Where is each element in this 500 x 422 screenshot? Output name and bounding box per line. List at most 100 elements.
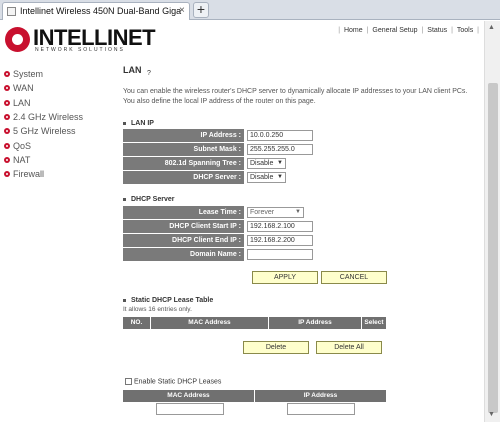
bullet-icon xyxy=(123,298,126,302)
sidebar-item-label: System xyxy=(13,69,44,80)
ip-address-input[interactable]: 10.0.0.250 xyxy=(247,130,313,141)
spanning-tree-select[interactable]: Disable ▼ xyxy=(247,158,286,169)
delete-all-button[interactable]: Delete All xyxy=(316,341,382,354)
bullet-icon xyxy=(4,156,10,163)
scroll-down-icon[interactable]: ▼ xyxy=(488,411,495,418)
column-header-ip: IP Address xyxy=(303,392,338,399)
apply-button[interactable]: APPLY xyxy=(252,271,318,284)
sidebar-item-lan[interactable]: LAN xyxy=(4,96,114,110)
chevron-down-icon: ▼ xyxy=(295,209,301,215)
tab-title: Intellinet Wireless 450N Dual-Band Giga xyxy=(20,6,182,16)
dhcp-start-ip-label: DHCP Client Start IP : xyxy=(123,220,244,233)
nav-separator: | xyxy=(421,27,424,34)
entries-note: It allows 16 entries only. xyxy=(123,306,192,313)
column-header-no: NO. xyxy=(123,317,151,329)
dhcp-server-select[interactable]: Disable ▼ xyxy=(247,172,286,183)
bullet-icon xyxy=(123,121,126,125)
sidebar-item-label: QoS xyxy=(13,140,32,151)
dhcp-server-form: Lease Time : Forever ▼ DHCP Client Start … xyxy=(123,205,313,262)
ip-address-label: IP Address : xyxy=(123,129,244,142)
nav-separator: | xyxy=(451,27,453,34)
nav-tools-link[interactable]: Tools xyxy=(456,27,474,34)
sidebar-item-label: 5 GHz Wireless xyxy=(13,126,76,137)
spanning-tree-label: 802.1d Spanning Tree : xyxy=(123,157,244,170)
column-header-ip: IP Address xyxy=(269,317,362,329)
lease-time-select[interactable]: Forever ▼ xyxy=(247,207,304,218)
scrollbar-thumb[interactable] xyxy=(488,83,498,413)
nav-status-link[interactable]: Status xyxy=(426,27,448,34)
dhcp-end-ip-input[interactable]: 192.168.2.200 xyxy=(247,235,313,246)
sidebar-item-label: NAT xyxy=(13,154,31,165)
section-static-dhcp-table: Static DHCP Lease Table xyxy=(123,297,213,304)
sidebar-item-qos[interactable]: QoS xyxy=(4,138,114,152)
section-heading: Static DHCP Lease Table xyxy=(131,297,214,304)
lan-ip-form: IP Address : 10.0.0.250 Subnet Mask : 25… xyxy=(123,128,313,185)
delete-button[interactable]: Delete xyxy=(243,341,309,354)
nav-separator: | xyxy=(477,27,479,34)
bullet-icon xyxy=(4,114,10,121)
mac-address-input[interactable] xyxy=(156,403,224,415)
sidebar-item-label: Firewall xyxy=(13,169,45,180)
scroll-up-icon[interactable]: ▲ xyxy=(488,24,495,31)
section-dhcp-server: DHCP Server xyxy=(123,196,174,203)
page-description: You can enable the wireless router's DHC… xyxy=(123,88,468,105)
page-title: LAN xyxy=(123,65,142,75)
browser-tab[interactable]: Intellinet Wireless 450N Dual-Band Giga … xyxy=(2,2,190,20)
logo-tagline: NETWORK SOLUTIONS xyxy=(35,47,125,53)
sidebar-item-label: 2.4 GHz Wireless xyxy=(13,112,84,123)
bullet-icon xyxy=(4,85,10,92)
nav-home-link[interactable]: Home xyxy=(343,27,364,34)
close-tab-icon[interactable]: × xyxy=(179,5,185,16)
sidebar-item-label: WAN xyxy=(13,83,34,94)
logo-ring-icon xyxy=(5,27,30,52)
lease-time-value: Forever xyxy=(250,209,275,216)
subnet-mask-label: Subnet Mask : xyxy=(123,143,244,156)
sidebar-item-firewall[interactable]: Firewall xyxy=(4,167,114,181)
dhcp-server-value: Disable xyxy=(250,174,274,181)
bullet-icon xyxy=(4,71,10,78)
chevron-down-icon: ▼ xyxy=(277,160,283,166)
section-lan-ip: LAN IP xyxy=(123,120,154,127)
sidebar-item-5ghz-wireless[interactable]: 5 GHz Wireless xyxy=(4,124,114,138)
bullet-icon xyxy=(123,197,126,201)
bullet-icon xyxy=(4,128,10,135)
help-icon[interactable]: ? xyxy=(147,70,151,77)
static-lease-table-header: NO. MAC Address IP Address Select xyxy=(123,317,386,329)
sidebar-item-24ghz-wireless[interactable]: 2.4 GHz Wireless xyxy=(4,110,114,124)
new-tab-button[interactable]: + xyxy=(193,2,209,18)
chevron-down-icon: ▼ xyxy=(277,174,283,180)
domain-name-input[interactable] xyxy=(247,249,313,260)
sidebar-item-wan[interactable]: WAN xyxy=(4,81,114,95)
nav-separator: | xyxy=(338,27,341,34)
column-header-select: Select xyxy=(364,319,384,326)
ip-address-entry-input[interactable] xyxy=(287,403,355,415)
sidebar-item-system[interactable]: System xyxy=(4,67,114,81)
page-icon xyxy=(7,7,16,16)
enable-static-label: Enable Static DHCP Leases xyxy=(134,378,222,386)
intellinet-logo: INTELLINET NETWORK SOLUTIONS xyxy=(5,25,156,53)
bullet-icon xyxy=(4,99,10,106)
column-header-mac: MAC Address xyxy=(123,390,255,402)
bullet-icon xyxy=(4,171,10,178)
dhcp-end-ip-label: DHCP Client End IP : xyxy=(123,234,244,247)
enable-static-row: Enable Static DHCP Leases xyxy=(125,378,221,385)
sidebar-item-label: LAN xyxy=(13,97,31,108)
vertical-scrollbar[interactable]: ▲ ▼ xyxy=(484,21,500,422)
spanning-tree-value: Disable xyxy=(250,160,274,167)
subnet-mask-input[interactable]: 255.255.255.0 xyxy=(247,144,313,155)
section-heading: DHCP Server xyxy=(131,196,175,203)
top-navigation: | Home | General Setup | Status | Tools … xyxy=(337,27,480,34)
bullet-icon xyxy=(4,142,10,149)
domain-name-label: Domain Name : xyxy=(123,248,244,261)
lease-time-label: Lease Time : xyxy=(123,206,244,219)
section-heading: LAN IP xyxy=(131,120,154,127)
dhcp-server-label: DHCP Server : xyxy=(123,171,244,184)
sidebar-item-nat[interactable]: NAT xyxy=(4,153,114,167)
dhcp-start-ip-input[interactable]: 192.168.2.100 xyxy=(247,221,313,232)
cancel-button[interactable]: CANCEL xyxy=(321,271,387,284)
column-header-mac: MAC Address xyxy=(151,317,269,329)
enable-static-checkbox[interactable] xyxy=(125,378,132,385)
nav-general-setup-link[interactable]: General Setup xyxy=(371,27,418,34)
static-entry-table-header: MAC Address IP Address xyxy=(123,390,386,402)
sidebar-menu: System WAN LAN 2.4 GHz Wireless 5 GHz Wi… xyxy=(4,67,114,181)
